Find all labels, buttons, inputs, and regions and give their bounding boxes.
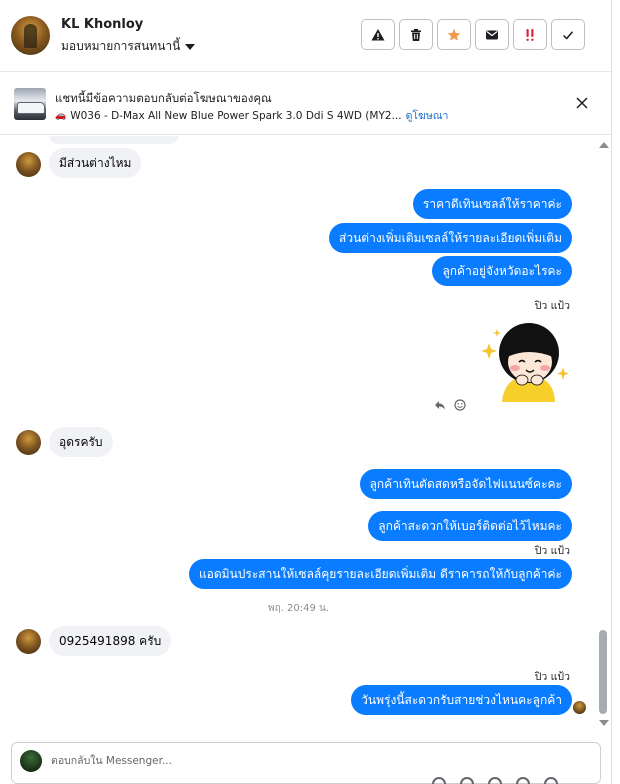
outgoing-message[interactable]: แอดมินประสานให้เซลล์คุยรายละเอียดเพิ่มเต… (188, 559, 572, 589)
scrollbar[interactable] (597, 136, 611, 734)
sticker-icon[interactable] (488, 777, 502, 784)
sender-label: ปิว แป้ว (534, 671, 570, 683)
warning-triangle-icon (371, 28, 385, 40)
reply-input[interactable] (51, 752, 451, 770)
page-avatar (20, 750, 42, 772)
outgoing-message[interactable]: ลูกค้าอยู่จังหวัดอะไรคะ (432, 256, 572, 286)
outgoing-message[interactable]: ส่วนต่างเพิ่มเติมเซลล์ให้รายละเอียดเพิ่ม… (329, 223, 572, 253)
outgoing-message[interactable]: ลูกค้าเทินตัดสดหรือจัดไฟแนนซ์คะคะ (359, 469, 572, 499)
contact-avatar-small (16, 629, 41, 654)
sticker-image[interactable] (477, 317, 571, 409)
emoji-icon[interactable] (460, 777, 474, 784)
message-bubble-partial (49, 136, 179, 144)
contact-name[interactable]: KL Khonloy (61, 17, 143, 32)
sender-label: ปิว แป้ว (534, 545, 570, 557)
emoji-icon[interactable] (454, 399, 466, 411)
incoming-message[interactable]: 0925491898 ครับ (49, 626, 172, 656)
ad-thumbnail[interactable] (14, 88, 46, 120)
mark-unread-button[interactable] (475, 19, 509, 50)
outgoing-message[interactable]: ลูกค้าสะดวกให้เบอร์ติดต่อไว้ไหมคะ (368, 511, 572, 541)
outgoing-message[interactable]: ราคาดีเทินเซลล์ให้ราคาค่ะ (412, 189, 572, 219)
ad-banner-subtitle: 🚗 W036 - D-Max All New Blue Power Spark … (55, 107, 448, 124)
timestamp-divider: พฤ. 20:49 น. (267, 603, 329, 614)
scroll-down-arrow-icon[interactable] (599, 720, 609, 726)
ad-banner-title: แชทนี้มีข้อความตอบกลับต่อโฆษณาของคุณ (55, 91, 272, 105)
conversation-toolbar (361, 19, 585, 50)
car-icon: 🚗 (55, 110, 67, 121)
double-exclamation-icon (526, 28, 534, 41)
ad-name: W036 - D-Max All New Blue Power Spark 3.… (70, 109, 402, 122)
spam-button[interactable] (361, 19, 395, 50)
envelope-icon (486, 30, 498, 39)
reply-composer (11, 742, 601, 784)
assign-label: มอบหมายการสนทนานี้ (61, 39, 181, 53)
message-thread: มีส่วนต่างไหม ราคาดีเทินเซลล์ให้ราคาค่ะ … (0, 136, 597, 736)
scroll-up-arrow-icon[interactable] (599, 142, 609, 148)
mark-done-button[interactable] (551, 19, 585, 50)
panel-divider (611, 0, 612, 784)
seen-avatar (573, 701, 586, 714)
contact-avatar-small (16, 152, 41, 177)
follow-up-button[interactable] (513, 19, 547, 50)
sender-label: ปิว แป้ว (534, 300, 570, 312)
ad-reply-banner: แชทนี้มีข้อความตอบกลับต่อโฆษณาของคุณ 🚗 W… (0, 73, 611, 135)
checkmark-icon (562, 30, 574, 40)
incoming-message[interactable]: มีส่วนต่างไหม (49, 148, 142, 178)
contact-avatar[interactable] (11, 16, 50, 55)
gif-icon[interactable] (516, 777, 530, 784)
contact-avatar-small (16, 430, 41, 455)
incoming-message[interactable]: อุดรครับ (49, 427, 113, 457)
caret-down-icon (185, 43, 196, 50)
view-ad-link[interactable]: ดูโฆษณา (406, 107, 449, 124)
scrollbar-thumb[interactable] (599, 630, 607, 714)
trash-icon (411, 28, 421, 41)
outgoing-message[interactable]: วันพรุ่งนี้สะดวกรับสายช่วงไหนคะลูกค้า (351, 685, 572, 715)
delete-button[interactable] (399, 19, 433, 50)
attach-icon[interactable] (432, 777, 446, 784)
star-button[interactable] (437, 19, 471, 50)
reply-icon[interactable] (434, 399, 446, 411)
message-actions (434, 399, 466, 411)
assign-conversation-dropdown[interactable]: มอบหมายการสนทนานี้ (61, 37, 196, 56)
star-icon (447, 28, 461, 41)
conversation-header: KL Khonloy มอบหมายการสนทนานี้ (0, 0, 611, 72)
composer-tools (432, 777, 558, 784)
close-icon[interactable] (575, 96, 589, 110)
like-icon[interactable] (544, 777, 558, 784)
